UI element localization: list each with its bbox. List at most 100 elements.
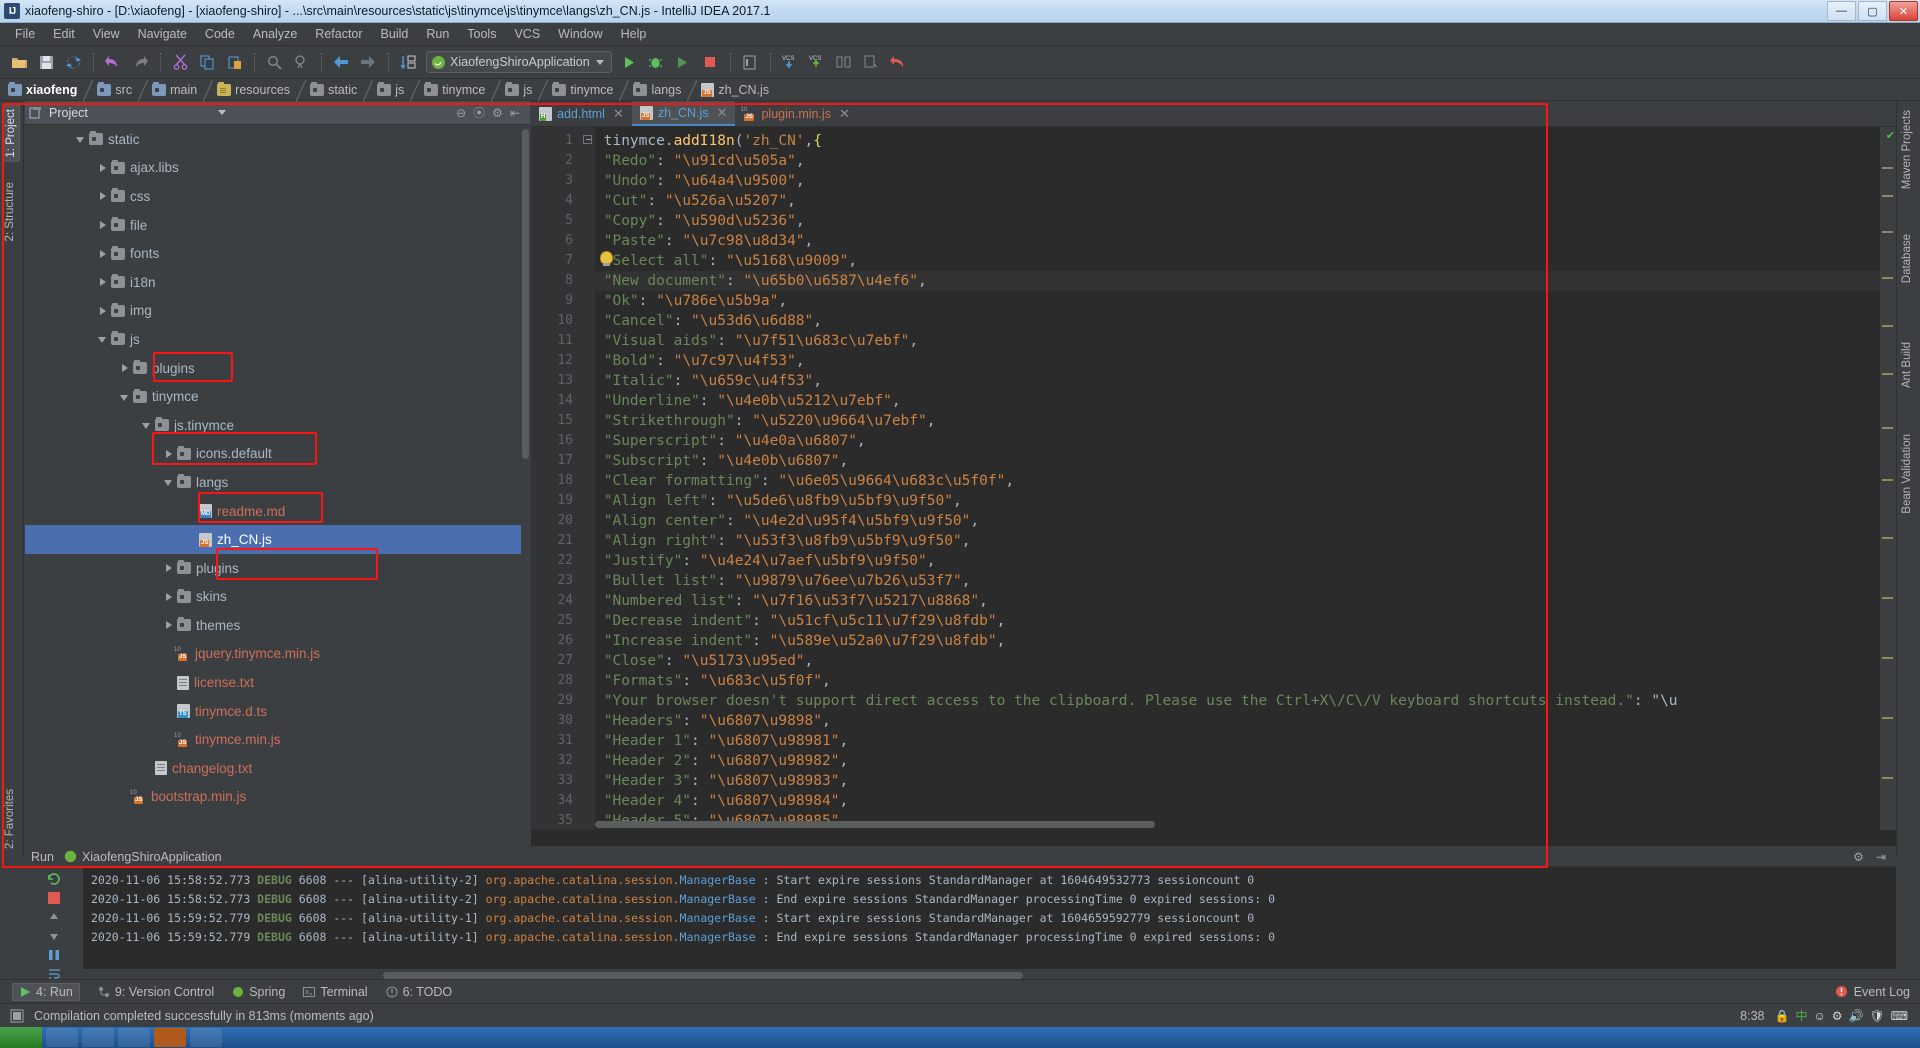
vcs-commit-icon[interactable]: VCS <box>804 49 830 75</box>
lock-icon[interactable]: 🔒 <box>1774 1009 1789 1023</box>
code-line[interactable]: "Header 4": "\u6807\u98984", <box>595 791 1896 811</box>
tree-node-static[interactable]: static <box>25 125 521 154</box>
sidebar-item-database[interactable]: Database <box>1899 231 1915 286</box>
down-icon[interactable] <box>45 928 63 943</box>
tree-node-langs[interactable]: langs <box>25 468 521 497</box>
tree-node-bootstrap-min-js[interactable]: bootstrap.min.js <box>25 783 521 812</box>
tree-node-tinymce-min-js[interactable]: tinymce.min.js <box>25 725 521 754</box>
chevron-right-icon[interactable] <box>97 219 109 231</box>
settings-icon[interactable]: ⚙ <box>1853 850 1864 864</box>
toolwindow-run[interactable]: 4: Run <box>12 982 80 1001</box>
tree-node-js-tinymce[interactable]: js.tinymce <box>25 411 521 440</box>
tree-node-zh-cn-js[interactable]: zh_CN.js <box>25 525 521 554</box>
breadcrumb-tinymce-2[interactable]: tinymce <box>552 79 615 101</box>
intention-bulb-icon[interactable] <box>600 251 613 266</box>
code-line[interactable]: "Subscript": "\u4e0b\u6807", <box>595 451 1896 471</box>
app-server-icon[interactable] <box>737 49 763 75</box>
code-line[interactable]: "Numbered list": "\u7f16\u53f7\u5217\u88… <box>595 591 1896 611</box>
chevron-right-icon[interactable] <box>163 562 175 574</box>
code-line[interactable]: "Select all": "\u5168\u9009", <box>595 251 1896 271</box>
breadcrumb-resources[interactable]: resources <box>217 79 292 101</box>
code-line[interactable]: "Clear formatting": "\u6e05\u9664\u683c\… <box>595 471 1896 491</box>
hide-icon[interactable]: ⇥ <box>1876 850 1886 864</box>
code-line[interactable]: "Ok": "\u786e\u5b9a", <box>595 291 1896 311</box>
run-configuration-selector[interactable]: XiaofengShiroApplication <box>426 51 612 73</box>
tree-node-img[interactable]: img <box>25 297 521 326</box>
target-icon[interactable]: ⦿ <box>473 104 485 121</box>
keyboard-icon[interactable]: ⌨ <box>1891 1009 1908 1023</box>
code-line[interactable]: "Visual aids": "\u7f51\u683c\u7ebf", <box>595 331 1896 351</box>
chevron-right-icon[interactable] <box>163 591 175 603</box>
sidebar-item-maven-projects[interactable]: Maven Projects <box>1899 107 1915 192</box>
tree-node-plugins[interactable]: plugins <box>25 554 521 583</box>
tree-node-jquery-tinymce-min-js[interactable]: jquery.tinymce.min.js <box>25 640 521 669</box>
menu-help[interactable]: Help <box>612 25 656 43</box>
close-icon[interactable]: ✕ <box>839 106 850 122</box>
code-line[interactable]: "Paste": "\u7c98\u8d34", <box>595 231 1896 251</box>
vcs-history-icon[interactable] <box>858 49 884 75</box>
chevron-right-icon[interactable] <box>97 248 109 260</box>
ime-cn-icon[interactable]: 中 <box>1795 1007 1807 1024</box>
chevron-down-icon[interactable] <box>97 333 109 345</box>
code-line[interactable]: "Copy": "\u590d\u5236", <box>595 211 1896 231</box>
chevron-down-icon[interactable] <box>217 110 226 115</box>
chevron-right-icon[interactable] <box>97 305 109 317</box>
forward-icon[interactable] <box>355 49 381 75</box>
menu-vcs[interactable]: VCS <box>505 25 549 43</box>
chevron-down-icon[interactable] <box>119 391 131 403</box>
start-button[interactable] <box>0 1027 42 1048</box>
breadcrumb-js-2[interactable]: js <box>505 79 534 101</box>
sidebar-item-project[interactable]: 1: Project <box>2 105 20 162</box>
menu-view[interactable]: View <box>84 25 129 43</box>
chevron-down-icon[interactable] <box>595 59 604 65</box>
cut-icon[interactable] <box>167 49 193 75</box>
editor-horizontal-scrollbar[interactable] <box>595 819 1878 830</box>
settings-icon[interactable]: ⚙ <box>492 106 503 120</box>
menu-build[interactable]: Build <box>372 25 418 43</box>
tree-node-file[interactable]: file <box>25 211 521 240</box>
chevron-right-icon[interactable] <box>97 276 109 288</box>
sort-icon[interactable] <box>395 49 421 75</box>
code-line[interactable]: "Justify": "\u4e24\u7aef\u5bf9\u9f50", <box>595 551 1896 571</box>
hide-icon[interactable]: ⇤ <box>510 106 520 120</box>
tree-node-i18n[interactable]: i18n <box>25 268 521 297</box>
save-all-icon[interactable] <box>33 49 59 75</box>
menu-refactor[interactable]: Refactor <box>306 25 371 43</box>
code-line[interactable]: "Italic": "\u659c\u4f53", <box>595 371 1896 391</box>
toolwindow-spring[interactable]: Spring <box>232 985 285 999</box>
sync-icon[interactable] <box>60 49 86 75</box>
coverage-icon[interactable] <box>670 49 696 75</box>
event-log-group[interactable]: Event Log <box>1835 985 1910 999</box>
toolwindow-todo[interactable]: 6: TODO <box>386 985 452 999</box>
error-stripe[interactable]: ✔ <box>1880 127 1896 830</box>
debug-icon[interactable] <box>643 49 669 75</box>
back-icon[interactable] <box>328 49 354 75</box>
code-line[interactable]: "Align left": "\u5de6\u8fb9\u5bf9\u9f50"… <box>595 491 1896 511</box>
chevron-right-icon[interactable] <box>97 162 109 174</box>
tree-node-skins[interactable]: skins <box>25 583 521 612</box>
volume-icon[interactable]: 🔊 <box>1848 1009 1863 1023</box>
code-line[interactable]: "Redo": "\u91cd\u505a", <box>595 151 1896 171</box>
tree-node-tinymce-d-ts[interactable]: tinymce.d.ts <box>25 697 521 726</box>
menu-code[interactable]: Code <box>196 25 244 43</box>
taskbar-item[interactable] <box>190 1028 222 1047</box>
chevron-right-icon[interactable] <box>163 448 175 460</box>
menu-navigate[interactable]: Navigate <box>129 25 196 43</box>
inspection-status-icon[interactable]: ✔ <box>1886 129 1895 142</box>
tree-node-icons-default[interactable]: icons.default <box>25 440 521 469</box>
code-line[interactable]: "Header 1": "\u6807\u98981", <box>595 731 1896 751</box>
code-editor[interactable]: 1 2 3 4 5 6 7 8 9 10 11 12 13 14 15 16 17 18 19 20 21 22 23 24 2… <box>531 127 1896 830</box>
project-tree[interactable]: static ajax.libs css file fonts i18n img js plug… <box>25 125 521 846</box>
code-line[interactable]: "Close": "\u5173\u95ed", <box>595 651 1896 671</box>
chevron-right-icon[interactable] <box>119 362 131 374</box>
menu-run[interactable]: Run <box>417 25 458 43</box>
tree-node-readme-md[interactable]: readme.md <box>25 497 521 526</box>
up-icon[interactable] <box>45 909 63 924</box>
toolwindow-version-control[interactable]: 9: Version Control <box>98 985 214 999</box>
tree-node-css[interactable]: css <box>25 182 521 211</box>
replace-icon[interactable] <box>288 49 314 75</box>
toolwindow-terminal[interactable]: Terminal <box>303 985 368 999</box>
close-icon[interactable]: ✕ <box>717 105 728 121</box>
code-line[interactable]: "Underline": "\u4e0b\u5212\u7ebf", <box>595 391 1896 411</box>
run-console[interactable]: 2020-11-06 15:58:52.773 DEBUG 6608 --- [… <box>83 867 1896 969</box>
